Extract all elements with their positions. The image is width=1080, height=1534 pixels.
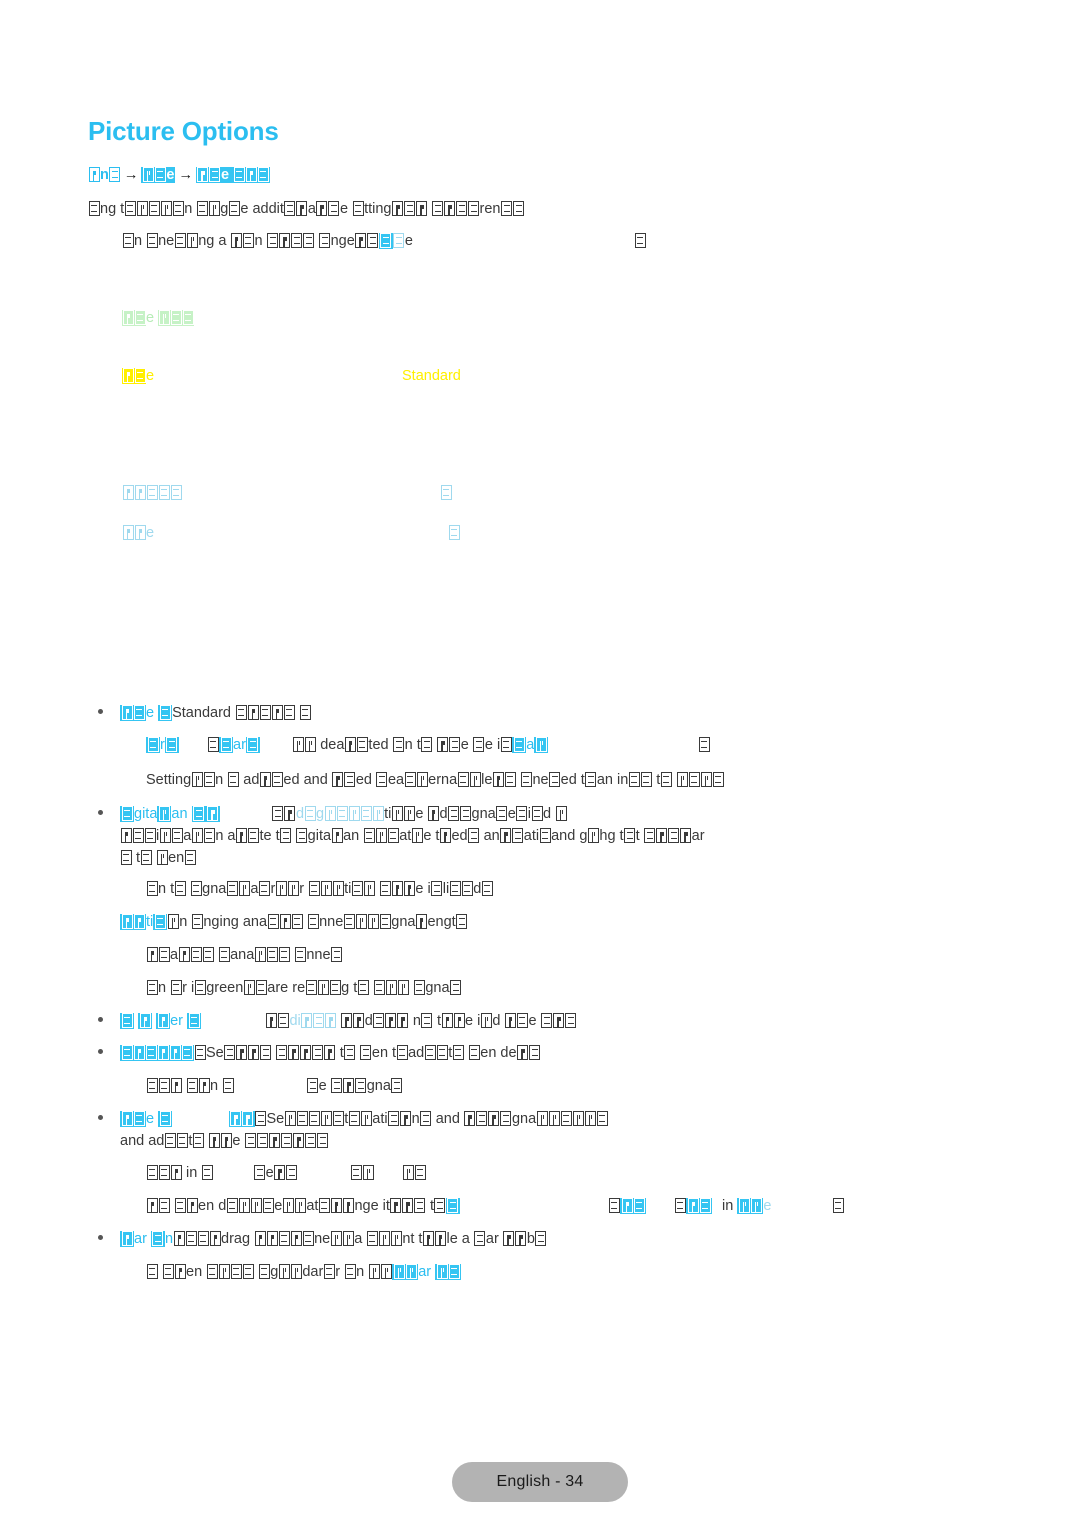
bullet-continuation-line: and ad t e xyxy=(120,1131,329,1152)
bullet-dot xyxy=(98,1049,103,1054)
list-item: gita an d g ti e d gna e i d xyxy=(98,804,998,825)
list-item: e Se t ati n and gna xyxy=(98,1109,998,1130)
bullet-dot xyxy=(98,1017,103,1022)
breadcrumb-segment-2[interactable]: e xyxy=(141,167,176,183)
breadcrumb[interactable]: n → e → e xyxy=(88,165,271,186)
breadcrumb-arrow-2: → xyxy=(178,167,193,183)
list-item: Se t en t ad t en de xyxy=(98,1043,998,1064)
intro-line-1: ng tn ge addit a e tting ren xyxy=(88,199,525,220)
sub-text-trailing xyxy=(698,735,710,756)
sub-text-right-1 xyxy=(608,1196,646,1217)
sub-text: n e gna xyxy=(146,1076,403,1097)
menu-row-yellow-label[interactable]: e xyxy=(122,368,154,384)
intro-line-2-trailing xyxy=(634,231,646,252)
bullet-text: e Standard xyxy=(120,703,998,724)
sub-text: in e xyxy=(146,1163,426,1184)
list-item: ar n drag ne a nt t le a ar b xyxy=(98,1229,998,1250)
bullet-continuation-line: t en xyxy=(120,848,196,869)
breadcrumb-segment-1[interactable]: n xyxy=(88,167,121,183)
bullet-text: Se t en t ad t en de xyxy=(120,1043,998,1064)
menu-row-blue-2-label[interactable]: e xyxy=(122,525,154,541)
sub-text-right-2 xyxy=(674,1196,712,1217)
menu-row-green: e xyxy=(122,310,195,326)
bullet-dot xyxy=(98,1235,103,1240)
sub-text: en g dar r n ar xyxy=(146,1262,462,1283)
bullet-continuation-line: ian a te t gita an at e t ed an ati and g hg tt… xyxy=(120,826,705,847)
sub-text: Setting n ad ed and ed ea erna le ne ed t an i… xyxy=(146,770,724,791)
bullet-text: er di d n te id e xyxy=(120,1011,998,1032)
breadcrumb-arrow-1: → xyxy=(123,167,139,183)
sub-text: n t gna a r r ti e i li d xyxy=(146,879,493,900)
breadcrumb-segment-3[interactable]: e xyxy=(195,167,271,183)
list-item: er di d n te id e xyxy=(98,1011,998,1032)
menu-row-blue-1-value[interactable] xyxy=(440,485,452,501)
menu-row-blue-1-label[interactable] xyxy=(122,485,182,501)
sub-text: n r i green are re g t gna xyxy=(146,978,462,999)
sub-text-right-3: in e xyxy=(722,1198,772,1214)
bullet-text: gita an d g ti e d gna e i d xyxy=(120,804,998,825)
sub-text-right-4 xyxy=(832,1196,844,1217)
manual-page: Picture Options n → e → e ng tn ge addit a e t… xyxy=(0,0,1080,1534)
intro-line-2: n ne ng a n nge e xyxy=(122,231,413,252)
bullet-dot xyxy=(98,709,103,714)
sub-text: r ar dea ted n t e e ia xyxy=(146,735,549,756)
bullet-text: e Se t ati n and gna xyxy=(120,1109,998,1130)
sub-text: en d e at nge it t xyxy=(146,1196,460,1217)
sub-text: a ana nne xyxy=(146,945,343,966)
bullet-dot xyxy=(98,810,103,815)
bullet-text: ar n drag ne a nt t le a ar b xyxy=(120,1229,998,1250)
menu-row-blue-2-value[interactable] xyxy=(448,525,460,541)
page-title: Picture Options xyxy=(88,116,279,146)
bullet-dot xyxy=(98,1115,103,1120)
page-footer-label: English - 34 xyxy=(496,1473,584,1490)
sub-text: ti n nging ana nne gna engt xyxy=(120,912,468,933)
page-footer-badge: English - 34 xyxy=(452,1462,628,1502)
list-item: e Standard xyxy=(98,703,998,724)
menu-row-yellow-value[interactable]: Standard xyxy=(402,368,461,384)
